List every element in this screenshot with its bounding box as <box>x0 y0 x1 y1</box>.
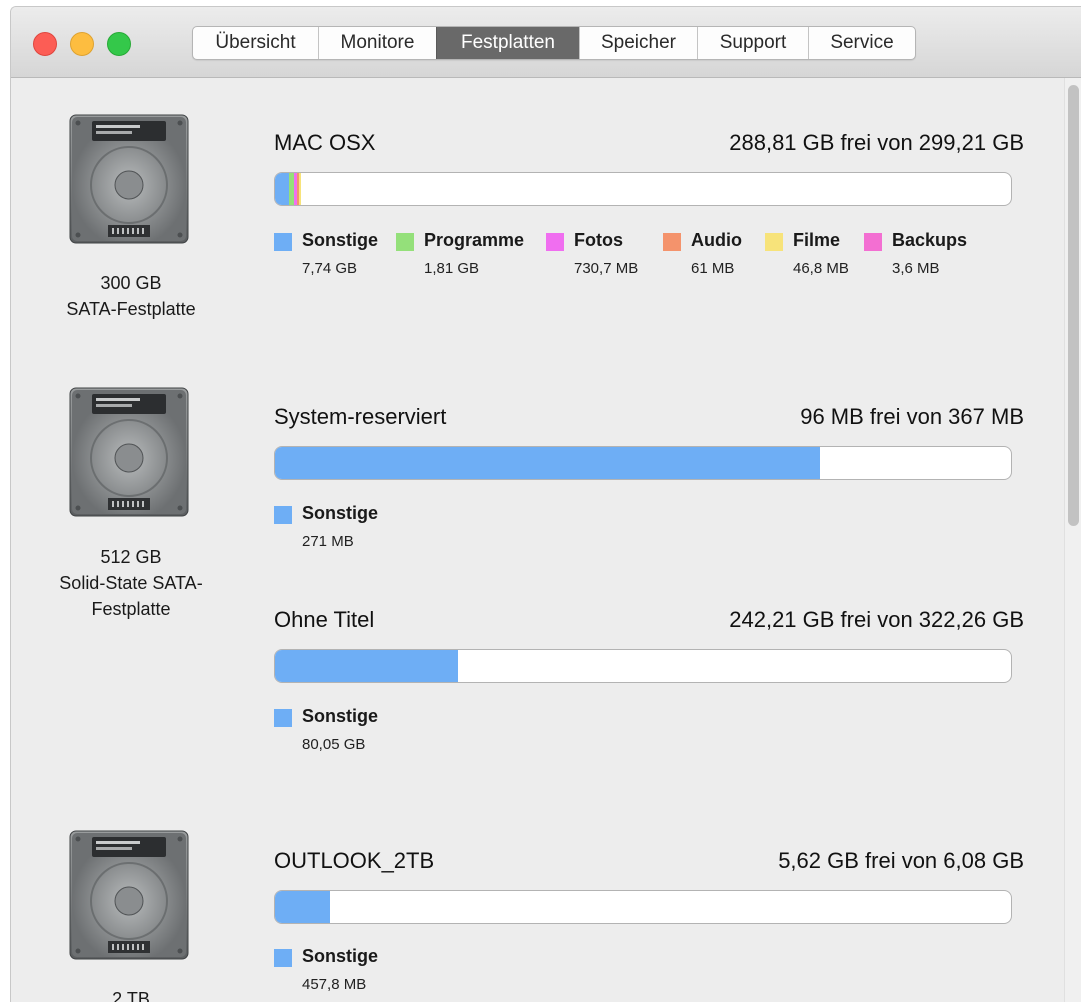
volume-name: System-reserviert <box>274 404 447 429</box>
legend-swatch <box>663 233 681 251</box>
usage-legend: Sonstige 271 MB <box>274 503 574 563</box>
volume-name: Ohne Titel <box>274 607 375 632</box>
volume-free-space: 288,81 GB frei von 299,21 GB <box>729 130 1024 155</box>
disk-list: 300 GB SATA-Festplatte 512 GB Solid-Stat… <box>11 78 1081 1002</box>
usage-bar <box>274 446 1012 480</box>
volume-free-space: 242,21 GB frei von 322,26 GB <box>729 607 1024 632</box>
disk-caption: 512 GB Solid-State SATA- Festplatte <box>21 544 241 622</box>
legend-label: Filme <box>793 230 841 250</box>
legend-swatch <box>396 233 414 251</box>
usage-bar <box>274 172 1012 206</box>
legend-swatch <box>765 233 783 251</box>
usage-segment-sonstige <box>275 650 458 682</box>
legend-label: Sonstige <box>302 946 379 966</box>
legend-size: 3,6 MB <box>892 260 940 277</box>
tab-service[interactable]: Service <box>808 27 915 59</box>
disk-capacity: 2 TB <box>112 989 150 1002</box>
tab-monitore[interactable]: Monitore <box>318 27 436 59</box>
legend-size: 7,74 GB <box>302 260 358 277</box>
usage-segment-sonstige <box>275 173 289 205</box>
disk-caption: 2 TB <box>21 986 241 1002</box>
hard-drive-icon <box>69 114 189 244</box>
legend-size: 80,05 GB <box>302 736 366 753</box>
zoom-button[interactable] <box>107 32 131 56</box>
legend-swatch <box>274 949 292 967</box>
legend-label: Sonstige <box>302 706 379 726</box>
disk-type: SATA-Festplatte <box>66 299 196 319</box>
legend-size: 46,8 MB <box>793 260 849 277</box>
legend-label: Fotos <box>574 230 623 250</box>
usage-bar <box>274 649 1012 683</box>
disk-capacity: 512 GB <box>100 547 162 567</box>
usage-segment-sonstige <box>275 447 820 479</box>
legend-size: 1,81 GB <box>424 260 480 277</box>
tab-bar: Übersicht Monitore Festplatten Speicher … <box>192 26 916 60</box>
tab-uebersicht[interactable]: Übersicht <box>193 27 318 59</box>
hard-drive-icon <box>69 830 189 960</box>
volume-name: OUTLOOK_2TB <box>274 848 435 873</box>
hard-drive-icon <box>69 387 189 517</box>
storage-window: Übersicht Monitore Festplatten Speicher … <box>10 6 1081 1002</box>
legend-label: Audio <box>691 230 742 250</box>
disk-caption: 300 GB SATA-Festplatte <box>21 270 241 322</box>
usage-legend: Sonstige 457,8 MB <box>274 946 574 1002</box>
usage-bar <box>274 890 1012 924</box>
tab-festplatten[interactable]: Festplatten <box>436 27 579 59</box>
volume-free-space: 96 MB frei von 367 MB <box>800 404 1024 429</box>
legend-size: 457,8 MB <box>302 976 367 993</box>
disk-capacity: 300 GB <box>100 273 162 293</box>
legend-label: Backups <box>892 230 968 250</box>
usage-legend: Sonstige 7,74 GB Programme 1,81 GB Fotos… <box>274 230 1034 290</box>
usage-legend: Sonstige 80,05 GB <box>274 706 574 766</box>
legend-swatch <box>546 233 564 251</box>
legend-swatch <box>274 709 292 727</box>
legend-label: Programme <box>424 230 525 250</box>
legend-label: Sonstige <box>302 503 379 523</box>
disk-type-cont: Festplatte <box>91 599 171 619</box>
legend-size: 271 MB <box>302 533 354 550</box>
toolbar: Übersicht Monitore Festplatten Speicher … <box>11 7 1081 78</box>
legend-size: 730,7 MB <box>574 260 639 277</box>
disk-type: Solid-State SATA- <box>59 573 203 593</box>
legend-swatch <box>274 506 292 524</box>
tab-support[interactable]: Support <box>697 27 808 59</box>
legend-swatch <box>274 233 292 251</box>
usage-segment-sonstige <box>275 891 330 923</box>
volume-name: MAC OSX <box>274 130 376 155</box>
usage-segment-filme <box>299 173 301 205</box>
close-button[interactable] <box>33 32 57 56</box>
legend-swatch <box>864 233 882 251</box>
tab-speicher[interactable]: Speicher <box>579 27 697 59</box>
minimize-button[interactable] <box>70 32 94 56</box>
legend-label: Sonstige <box>302 230 379 250</box>
volume-free-space: 5,62 GB frei von 6,08 GB <box>778 848 1024 873</box>
legend-size: 61 MB <box>691 260 735 277</box>
